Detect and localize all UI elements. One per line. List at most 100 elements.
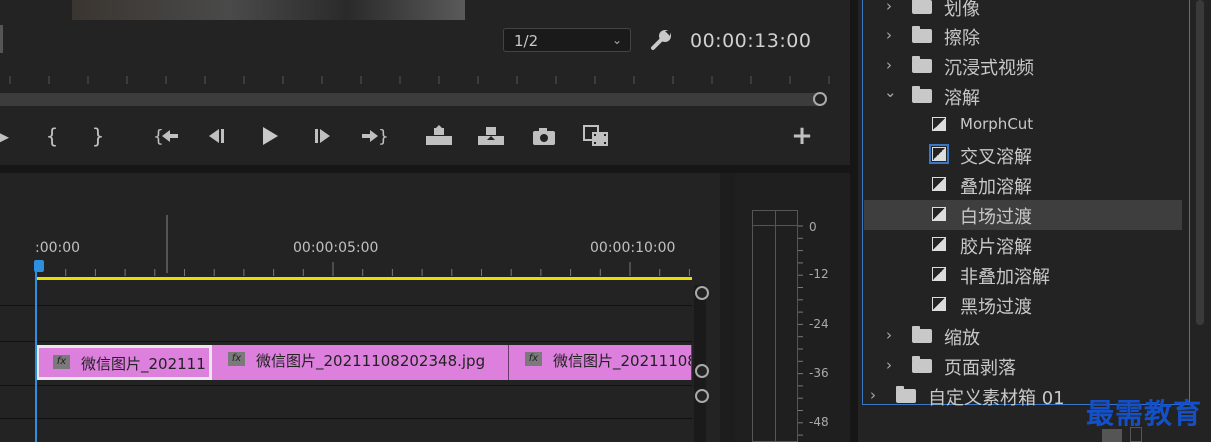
- playhead-handle[interactable]: [34, 260, 44, 272]
- preview-image: [72, 0, 465, 20]
- watermark: 最需教育: [1086, 397, 1203, 430]
- folder-row[interactable]: › 划像: [864, 0, 1182, 22]
- playhead-line[interactable]: [35, 262, 37, 442]
- playhead-timecode[interactable]: 00:00:13:00: [690, 30, 811, 52]
- transition-label: 交叉溶解: [960, 147, 1032, 168]
- timeline-clip[interactable]: fx 微信图片_20211108202348.jpg: [212, 345, 509, 380]
- track-divider: [0, 341, 692, 342]
- add-button-icon[interactable]: +: [788, 123, 816, 149]
- transition-item[interactable]: 叠加溶解: [864, 170, 1182, 200]
- step-forward-icon[interactable]: [308, 124, 336, 148]
- chevron-right-icon[interactable]: ›: [886, 356, 892, 374]
- folder-label: 沉浸式视频: [944, 58, 1034, 79]
- ruler-label: :00:00: [35, 240, 81, 256]
- compare-view-icon[interactable]: [582, 124, 610, 148]
- wrench-icon[interactable]: [650, 28, 674, 52]
- meter-scale-label: -12: [809, 267, 829, 281]
- camera-icon[interactable]: [530, 124, 558, 148]
- folder-icon: [912, 356, 932, 373]
- chevron-right-icon[interactable]: ›: [870, 386, 876, 404]
- transition-icon: [932, 267, 946, 281]
- play-icon[interactable]: [256, 124, 284, 148]
- go-to-out-icon[interactable]: }: [360, 124, 389, 148]
- folder-icon: [912, 326, 932, 343]
- clip-name: 微信图片_20211108: [553, 352, 692, 370]
- svg-text:{: {: [153, 127, 164, 147]
- extract-icon[interactable]: [476, 124, 504, 148]
- transition-item[interactable]: 交叉溶解: [864, 140, 1182, 170]
- folder-label: 划像: [944, 0, 980, 20]
- step-back-icon[interactable]: [204, 124, 232, 148]
- transition-icon: [932, 177, 946, 191]
- meter-scale-label: -36: [809, 366, 829, 380]
- chevron-right-icon[interactable]: ›: [886, 26, 892, 44]
- resolution-value: 1/2: [514, 32, 539, 50]
- time-ruler[interactable]: [36, 262, 692, 276]
- folder-row[interactable]: › 擦除: [864, 21, 1182, 51]
- transition-icon: [932, 117, 946, 131]
- folder-icon: [912, 0, 932, 14]
- zoom-handle[interactable]: [813, 92, 827, 106]
- fx-badge: fx: [53, 355, 70, 369]
- scrollbar-handle[interactable]: [695, 364, 709, 378]
- marker-partial-icon[interactable]: ▸: [0, 124, 18, 148]
- scrollbar-handle[interactable]: [695, 286, 709, 300]
- effects-scrollbar-thumb[interactable]: [1196, 0, 1204, 325]
- transition-item[interactable]: 胶片溶解: [864, 230, 1182, 260]
- chevron-right-icon[interactable]: ›: [886, 326, 892, 344]
- lift-icon[interactable]: [424, 124, 452, 148]
- resolution-dropdown[interactable]: 1/2 ⌄: [503, 28, 631, 52]
- transition-icon: [932, 297, 946, 311]
- chevron-down-icon[interactable]: ⌄: [884, 83, 897, 101]
- meter-scale-label: -24: [809, 317, 829, 331]
- chevron-right-icon[interactable]: ›: [886, 0, 892, 15]
- mark-out-icon[interactable]: }: [84, 124, 112, 148]
- ruler-label: 00:00:05:00: [293, 240, 379, 256]
- go-to-in-icon[interactable]: {: [152, 124, 180, 148]
- ruler-label: 00:00:10:00: [590, 240, 676, 256]
- custom-bin-label: 自定义素材箱 01: [928, 388, 1065, 409]
- folder-label: 擦除: [944, 28, 980, 49]
- mark-in-icon[interactable]: {: [38, 124, 66, 148]
- track-divider: [0, 418, 692, 419]
- chevron-down-icon: ⌄: [611, 33, 622, 47]
- track-divider: [0, 385, 692, 386]
- transition-label: 黑场过渡: [960, 297, 1032, 318]
- fx-badge: fx: [525, 352, 542, 366]
- transition-item[interactable]: 非叠加溶解: [864, 260, 1182, 290]
- panel-divider: [0, 165, 850, 173]
- monitor-scrub-bar[interactable]: [0, 93, 820, 106]
- work-area-bar[interactable]: [36, 277, 692, 280]
- transition-label: 胶片溶解: [960, 237, 1032, 258]
- folder-icon: [912, 26, 932, 43]
- transition-item-selected[interactable]: 白场过渡: [864, 200, 1182, 230]
- scrollbar-handle[interactable]: [695, 389, 709, 403]
- clip-name: 微信图片_202111: [81, 355, 206, 373]
- svg-text:}: }: [378, 127, 388, 147]
- fx-badge: fx: [228, 352, 245, 366]
- transition-item[interactable]: MorphCut: [864, 110, 1182, 140]
- folder-label: 溶解: [944, 88, 980, 109]
- timeline-panel: [0, 173, 720, 442]
- transition-label: 白场过渡: [960, 207, 1032, 228]
- transition-icon: [932, 237, 946, 251]
- transition-icon: [932, 207, 946, 221]
- panel-divider-vertical: [850, 0, 858, 442]
- default-transition-icon: [929, 144, 949, 164]
- folder-row-expanded[interactable]: ⌄ 溶解: [864, 81, 1182, 111]
- timeline-clip[interactable]: fx 微信图片_20211108: [509, 345, 692, 380]
- meter-scale-label: -48: [809, 415, 829, 429]
- folder-row[interactable]: › 沉浸式视频: [864, 51, 1182, 81]
- chevron-right-icon[interactable]: ›: [886, 56, 892, 74]
- transition-item[interactable]: 黑场过渡: [864, 290, 1182, 320]
- folder-icon: [912, 86, 932, 103]
- track-divider: [0, 305, 692, 306]
- folder-row[interactable]: › 缩放: [864, 321, 1182, 351]
- transition-label: 非叠加溶解: [960, 267, 1050, 288]
- folder-row[interactable]: › 页面剥落: [864, 351, 1182, 381]
- folder-label: 缩放: [944, 328, 980, 349]
- transition-label: 叠加溶解: [960, 177, 1032, 198]
- transition-label: MorphCut: [960, 115, 1034, 133]
- panel-edge: [0, 25, 3, 53]
- timeline-clip[interactable]: fx 微信图片_202111: [36, 345, 212, 380]
